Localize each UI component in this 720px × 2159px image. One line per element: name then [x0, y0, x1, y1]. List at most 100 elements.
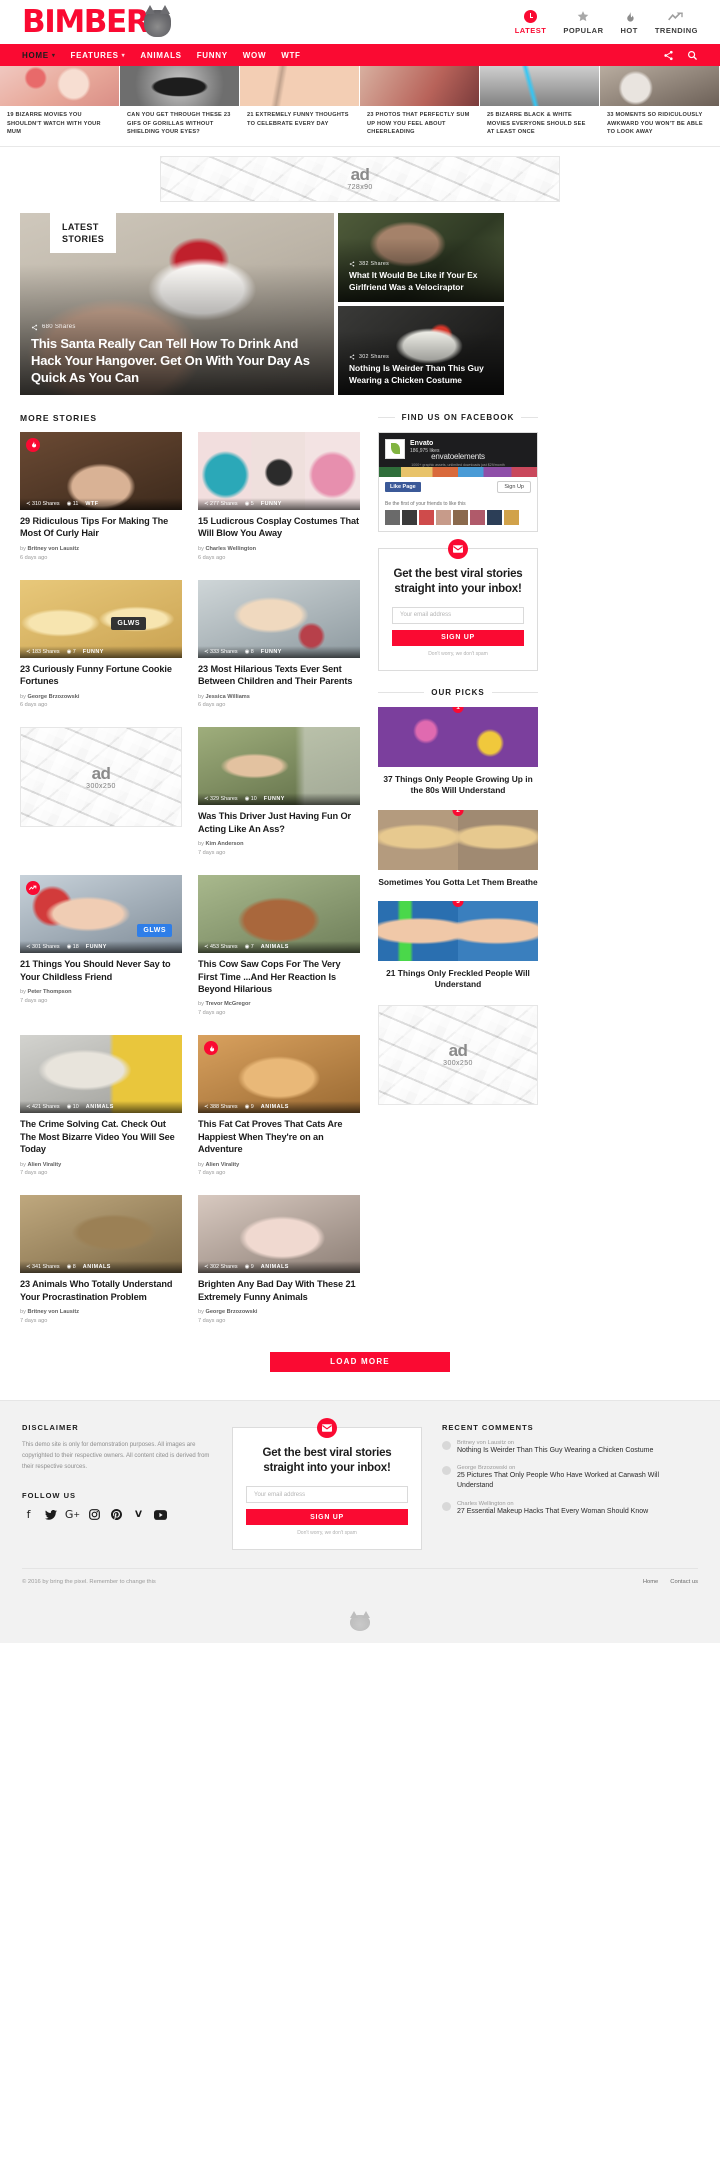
twitter-icon[interactable] [44, 1508, 57, 1521]
story-card[interactable]: GLWS ≺ 183 Shares ◉ 7 FUNNY 23 Curiously… [20, 579, 182, 711]
carousel-item[interactable]: 21 EXTREMELY FUNNY THOUGHTS TO CELEBRATE… [240, 66, 360, 146]
topnav-item-latest[interactable]: LATEST [515, 9, 547, 35]
carousel-item[interactable]: 19 BIZARRE MOVIES YOU SHOULDN'T WATCH WI… [0, 66, 120, 146]
story-title[interactable]: 23 Curiously Funny Fortune Cookie Fortun… [20, 663, 182, 688]
story-author: George Brzozowski [205, 1309, 258, 1316]
facebook-like-button[interactable]: Like Page [385, 481, 421, 492]
hero-side-card-1[interactable]: 382 Shares What It Would Be Like if Your… [338, 212, 504, 302]
story-title[interactable]: Was This Driver Just Having Fun Or Actin… [198, 810, 360, 835]
pinterest-icon[interactable] [110, 1508, 123, 1521]
story-card[interactable]: ≺ 341 Shares ◉ 8 ANIMALS 23 Animals Who … [20, 1195, 182, 1326]
carousel-thumb [600, 66, 719, 106]
story-card[interactable]: ≺ 329 Shares ◉ 10 FUNNY Was This Driver … [198, 727, 360, 858]
story-title[interactable]: 23 Animals Who Totally Understand Your P… [20, 1278, 182, 1303]
menu-item-animals[interactable]: ANIMALS [140, 51, 181, 60]
menu-item-funny[interactable]: FUNNY [197, 51, 228, 60]
carousel-item[interactable]: 25 BIZARRE BLACK & WHITE MOVIES EVERYONE… [480, 66, 600, 146]
facebook-friends: Be the first of your friends to like thi… [379, 497, 537, 531]
story-card[interactable]: ≺ 388 Shares ◉ 9 ANIMALS This Fat Cat Pr… [198, 1035, 360, 1178]
facebook-signup-button[interactable]: Sign Up [497, 480, 531, 493]
story-card[interactable]: ≺ 453 Shares ◉ 7 ANIMALS This Cow Saw Co… [198, 875, 360, 1018]
comment-post-title[interactable]: Nothing Is Weirder Than This Guy Wearing… [457, 1446, 653, 1456]
carousel-item[interactable]: CAN YOU GET THROUGH THESE 23 GIFS OF GOR… [120, 66, 240, 146]
story-title[interactable]: 21 Things You Should Never Say to Your C… [20, 958, 182, 983]
menu-item-wtf[interactable]: WTF [281, 51, 300, 60]
pick-title[interactable]: Sometimes You Gotta Let Them Breathe [378, 877, 538, 888]
google-plus-icon[interactable]: G + [65, 1508, 80, 1521]
site-logo[interactable]: BIMBER [22, 3, 172, 40]
share-count: ≺ 453 Shares [204, 944, 238, 951]
category-tag[interactable]: ANIMALS [261, 944, 289, 950]
load-more-button[interactable]: LOAD MORE [270, 1352, 450, 1373]
topnav-item-trending[interactable]: TRENDING [655, 9, 698, 35]
vine-icon[interactable]: V [132, 1508, 145, 1521]
search-icon[interactable] [687, 50, 698, 61]
menu-item-features[interactable]: FEATURES ▾ [71, 51, 126, 60]
story-title[interactable]: 23 Most Hilarious Texts Ever Sent Betwee… [198, 663, 360, 688]
category-tag[interactable]: ANIMALS [261, 1104, 289, 1110]
footer-link-home[interactable]: Home [643, 1579, 658, 1585]
envato-brand-text: envatoelements [431, 451, 485, 461]
story-meta: ≺ 341 Shares ◉ 8 ANIMALS [20, 1261, 182, 1274]
category-tag[interactable]: ANIMALS [83, 1264, 111, 1270]
ad-side-rect[interactable]: ad 300x250 [378, 1004, 538, 1105]
category-tag[interactable]: FUNNY [261, 501, 282, 507]
newsletter-email-input[interactable]: Your email address [392, 606, 524, 624]
avatar [442, 1441, 451, 1451]
pick-item[interactable]: 3 21 Things Only Freckled People Will Un… [378, 900, 538, 991]
category-tag[interactable]: ANIMALS [261, 1264, 289, 1270]
logo-text: BIMBER [22, 3, 150, 40]
story-card[interactable]: ≺ 333 Shares ◉ 8 FUNNY 23 Most Hilarious… [198, 579, 360, 711]
carousel-title: 21 EXTREMELY FUNNY THOUGHTS TO CELEBRATE… [247, 112, 349, 127]
category-tag[interactable]: FUNNY [261, 649, 282, 655]
menu-item-wow[interactable]: WOW [243, 51, 266, 60]
pick-thumb: 3 [378, 900, 538, 961]
story-card[interactable]: ≺ 302 Shares ◉ 9 ANIMALS Brighten Any Ba… [198, 1195, 360, 1326]
pick-title[interactable]: 37 Things Only People Growing Up in the … [378, 774, 538, 797]
comment-post-title[interactable]: 25 Pictures That Only People Who Have Wo… [457, 1471, 682, 1491]
carousel-item[interactable]: 33 MOMENTS SO RIDICULOUSLY AWKWARD YOU W… [600, 66, 720, 146]
newsletter-signup-button[interactable]: SIGN UP [392, 629, 524, 646]
ad-leaderboard[interactable]: ad 728x90 [160, 155, 560, 202]
category-tag[interactable]: FUNNY [264, 796, 285, 802]
story-meta: ≺ 421 Shares ◉ 10 ANIMALS [20, 1101, 182, 1114]
topnav-label-trending: TRENDING [654, 26, 698, 35]
category-tag[interactable]: FUNNY [83, 649, 104, 655]
story-title[interactable]: Brighten Any Bad Day With These 21 Extre… [198, 1278, 360, 1303]
comment-item[interactable]: George Brzozowski on 25 Pictures That On… [442, 1465, 682, 1491]
comment-item[interactable]: Charles Wellington on 27 Essential Makeu… [442, 1501, 682, 1517]
pick-item[interactable]: 2 Sometimes You Gotta Let Them Breathe [378, 809, 538, 888]
footer-newsletter-email-input[interactable]: Your email address [246, 1486, 408, 1503]
footer-newsletter-signup-button[interactable]: SIGN UP [246, 1509, 408, 1525]
comment-post-title[interactable]: 27 Essential Makeup Hacks That Every Wom… [457, 1507, 648, 1517]
topnav-item-popular[interactable]: POPULAR [563, 9, 603, 35]
hero-side-card-2[interactable]: 302 Shares Nothing Is Weirder Than This … [338, 305, 504, 395]
topnav-item-hot[interactable]: HOT [620, 9, 637, 35]
story-title[interactable]: The Crime Solving Cat. Check Out The Mos… [20, 1118, 182, 1155]
category-tag[interactable]: ANIMALS [86, 1104, 114, 1110]
facebook-icon[interactable]: f [22, 1508, 35, 1521]
share-icon[interactable] [663, 50, 674, 61]
story-author: Britney von Lausitz [27, 545, 80, 552]
story-title[interactable]: This Fat Cat Proves That Cats Are Happie… [198, 1118, 360, 1155]
story-card[interactable]: ≺ 421 Shares ◉ 10 ANIMALS The Crime Solv… [20, 1035, 182, 1178]
instagram-icon[interactable] [88, 1508, 101, 1521]
story-title[interactable]: 29 Ridiculous Tips For Making The Most O… [20, 515, 182, 540]
story-thumb: GLWS ≺ 183 Shares ◉ 7 FUNNY [20, 579, 182, 658]
story-title[interactable]: 15 Ludicrous Cosplay Costumes That Will … [198, 515, 360, 540]
pick-title[interactable]: 21 Things Only Freckled People Will Unde… [378, 968, 538, 991]
story-title[interactable]: This Cow Saw Cops For The Very First Tim… [198, 958, 360, 995]
category-tag[interactable]: FUNNY [86, 944, 107, 950]
pick-item[interactable]: 1 37 Things Only People Growing Up in th… [378, 706, 538, 797]
story-card[interactable]: GLWS ≺ 301 Shares ◉ 18 FUNNY 21 Things Y… [20, 875, 182, 1018]
story-card[interactable]: ≺ 310 Shares ◉ 11 WTF 29 Ridiculous Tips… [20, 431, 182, 563]
story-card[interactable]: ≺ 277 Shares ◉ 5 FUNNY 15 Ludicrous Cosp… [198, 431, 360, 563]
youtube-icon[interactable] [154, 1508, 167, 1521]
comment-item[interactable]: Britney von Lausitz on Nothing Is Weirde… [442, 1440, 682, 1456]
menu-item-home[interactable]: HOME ▾ [22, 51, 56, 60]
ad-mid-rect[interactable]: ad 300x250 [20, 727, 182, 828]
carousel-item[interactable]: 23 PHOTOS THAT PERFECTLY SUM UP HOW YOU … [360, 66, 480, 146]
footer-link-contact[interactable]: Contact us [670, 1579, 698, 1585]
facebook-page-name[interactable]: Envato [410, 439, 439, 448]
category-tag[interactable]: WTF [85, 501, 98, 507]
